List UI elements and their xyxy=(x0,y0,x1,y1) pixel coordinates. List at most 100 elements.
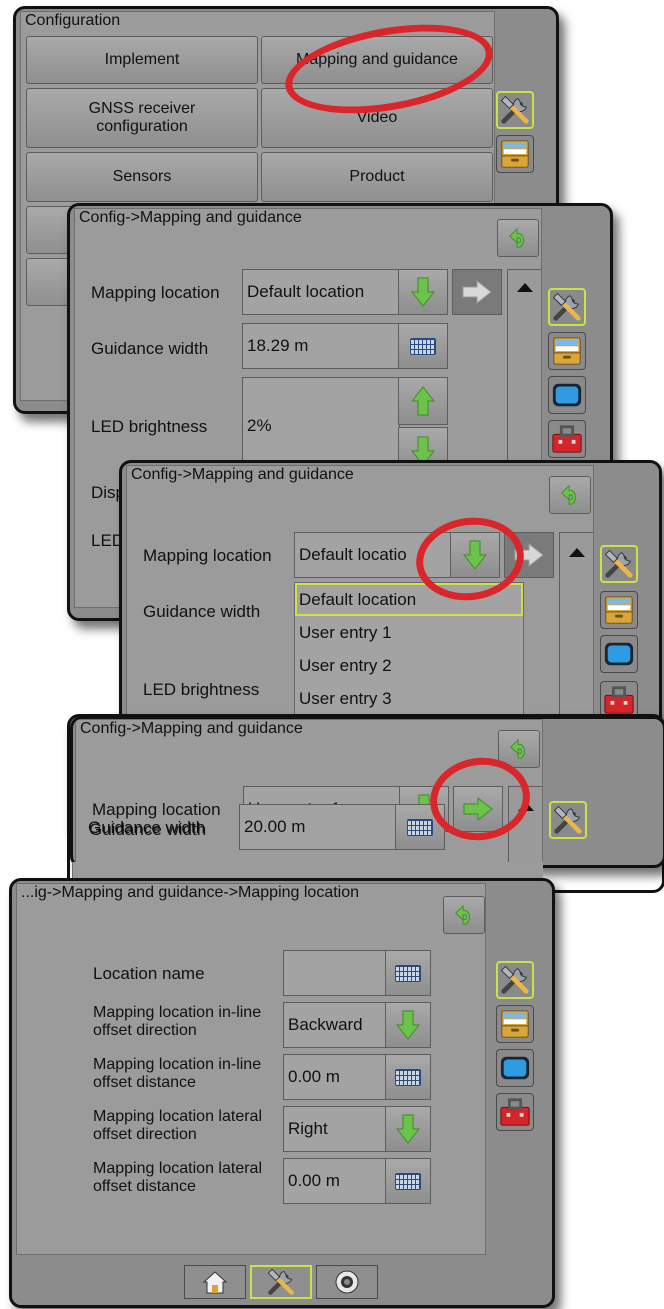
arrow-right-icon xyxy=(463,797,493,821)
lateral-distance-keyboard-button[interactable] xyxy=(385,1158,431,1204)
cabinet-icon xyxy=(551,335,583,367)
gnss-receiver-button[interactable]: GNSS receiver configuration xyxy=(26,88,258,148)
monitor-icon xyxy=(499,1052,531,1084)
mapping-location-label: Mapping location xyxy=(91,283,220,302)
tools-icon xyxy=(499,964,531,996)
sensors-button[interactable]: Sensors xyxy=(26,152,258,202)
scroll-up-icon[interactable] xyxy=(567,546,587,558)
camera-button[interactable] xyxy=(316,1265,378,1299)
tools-tab[interactable] xyxy=(549,801,587,839)
inline-distance-field[interactable]: 0.00 m xyxy=(283,1054,387,1100)
lateral-distance-label: Mapping location lateral offset distance xyxy=(93,1160,262,1195)
keyboard-icon xyxy=(407,818,433,836)
lateral-distance-field[interactable]: 0.00 m xyxy=(283,1158,387,1204)
tools-tab[interactable] xyxy=(548,288,586,326)
bottom-nav xyxy=(184,1265,378,1299)
toolbox-icon xyxy=(603,684,635,716)
option-user-entry-1[interactable]: User entry 1 xyxy=(295,616,523,649)
toolbox-tab[interactable] xyxy=(548,420,586,458)
back-icon xyxy=(507,738,531,760)
tools-nav-button[interactable] xyxy=(250,1265,312,1299)
mapping-location-field[interactable]: Default locatio xyxy=(294,532,452,578)
inline-direction-label: Mapping location in-line offset directio… xyxy=(93,1004,262,1039)
guidance-width-label: Guidance width xyxy=(88,818,206,837)
back-icon xyxy=(558,484,582,506)
arrow-down-icon xyxy=(396,1010,420,1040)
implement-button[interactable]: Implement xyxy=(26,36,258,84)
led-brightness-label: LED brightness xyxy=(91,417,208,436)
tools-icon xyxy=(551,291,583,323)
mapping-location-dropdown-button[interactable] xyxy=(398,269,448,315)
led-brightness-up-button[interactable] xyxy=(398,377,448,425)
settings-tab[interactable] xyxy=(496,1005,534,1043)
lateral-direction-label: Mapping location lateral offset directio… xyxy=(93,1108,262,1143)
settings-tab[interactable] xyxy=(548,332,586,370)
location-name-field[interactable] xyxy=(283,950,387,996)
guidance-width-label: Guidance width xyxy=(91,339,209,358)
tools-icon xyxy=(266,1267,296,1297)
guidance-width-label: Guidance width xyxy=(143,602,261,621)
mapping-location-dropdown-button[interactable] xyxy=(450,532,500,578)
arrow-up-icon xyxy=(411,386,435,416)
toolbox-icon xyxy=(499,1096,531,1128)
cabinet-icon xyxy=(603,594,635,626)
inline-direction-dropdown-button[interactable] xyxy=(385,1002,431,1048)
tools-icon xyxy=(552,804,584,836)
location-name-label: Location name xyxy=(93,964,205,983)
location-name-keyboard-button[interactable] xyxy=(385,950,431,996)
arrow-down-icon xyxy=(411,277,435,307)
monitor-icon xyxy=(603,638,635,670)
product-button[interactable]: Product xyxy=(261,152,493,202)
page-title: ...ig->Mapping and guidance->Mapping loc… xyxy=(21,884,360,901)
inline-distance-label: Mapping location in-line offset distance xyxy=(93,1056,262,1091)
page-title: Config->Mapping and guidance xyxy=(80,720,303,737)
mapping-location-edit-button[interactable] xyxy=(504,532,554,578)
page-title: Config->Mapping and guidance xyxy=(131,466,354,483)
inline-direction-field[interactable]: Backward xyxy=(283,1002,387,1048)
inline-distance-keyboard-button[interactable] xyxy=(385,1054,431,1100)
mapping-location-edit-button[interactable] xyxy=(452,269,502,315)
option-user-entry-3[interactable]: User entry 3 xyxy=(295,682,523,715)
settings-tab[interactable] xyxy=(600,591,638,629)
guidance-width-keyboard-button[interactable] xyxy=(398,323,448,369)
page-title: Configuration xyxy=(25,12,121,29)
display-tab[interactable] xyxy=(600,635,638,673)
home-button[interactable] xyxy=(184,1265,246,1299)
monitor-icon xyxy=(551,379,583,411)
mapping-location-field[interactable]: Default location xyxy=(242,269,400,315)
lateral-direction-dropdown-button[interactable] xyxy=(385,1106,431,1152)
back-button[interactable] xyxy=(498,730,540,768)
back-button[interactable] xyxy=(443,896,485,934)
cabinet-icon xyxy=(499,1008,531,1040)
page-title: Config->Mapping and guidance xyxy=(79,209,302,226)
back-icon xyxy=(506,227,530,249)
tools-tab[interactable] xyxy=(600,545,638,583)
arrow-down-icon xyxy=(463,540,487,570)
toolbox-icon xyxy=(551,423,583,455)
tools-icon xyxy=(603,548,635,580)
guidance-width-keyboard-button[interactable] xyxy=(395,804,445,850)
option-user-entry-2[interactable]: User entry 2 xyxy=(295,649,523,682)
arrow-right-icon xyxy=(462,280,492,304)
back-button[interactable] xyxy=(549,476,591,514)
settings-tab[interactable] xyxy=(496,135,534,173)
keyboard-icon xyxy=(410,337,436,355)
display-tab[interactable] xyxy=(548,376,586,414)
keyboard-icon xyxy=(395,964,421,982)
video-button[interactable]: Video xyxy=(261,88,493,148)
back-button[interactable] xyxy=(497,219,539,257)
scroll-up-icon[interactable] xyxy=(516,800,536,812)
cabinet-icon xyxy=(499,138,531,170)
tools-tab[interactable] xyxy=(496,91,534,129)
guidance-width-field[interactable]: 18.29 m xyxy=(242,323,400,369)
toolbox-tab[interactable] xyxy=(496,1093,534,1131)
option-default-location[interactable]: Default location xyxy=(295,583,523,616)
lateral-direction-field[interactable]: Right xyxy=(283,1106,387,1152)
display-tab[interactable] xyxy=(496,1049,534,1087)
keyboard-icon xyxy=(395,1172,421,1190)
mapping-and-guidance-button[interactable]: Mapping and guidance xyxy=(261,36,493,84)
tools-tab[interactable] xyxy=(496,961,534,999)
arrow-down-icon xyxy=(396,1114,420,1144)
guidance-width-field[interactable]: 20.00 m xyxy=(239,804,397,850)
scroll-up-icon[interactable] xyxy=(515,281,535,293)
